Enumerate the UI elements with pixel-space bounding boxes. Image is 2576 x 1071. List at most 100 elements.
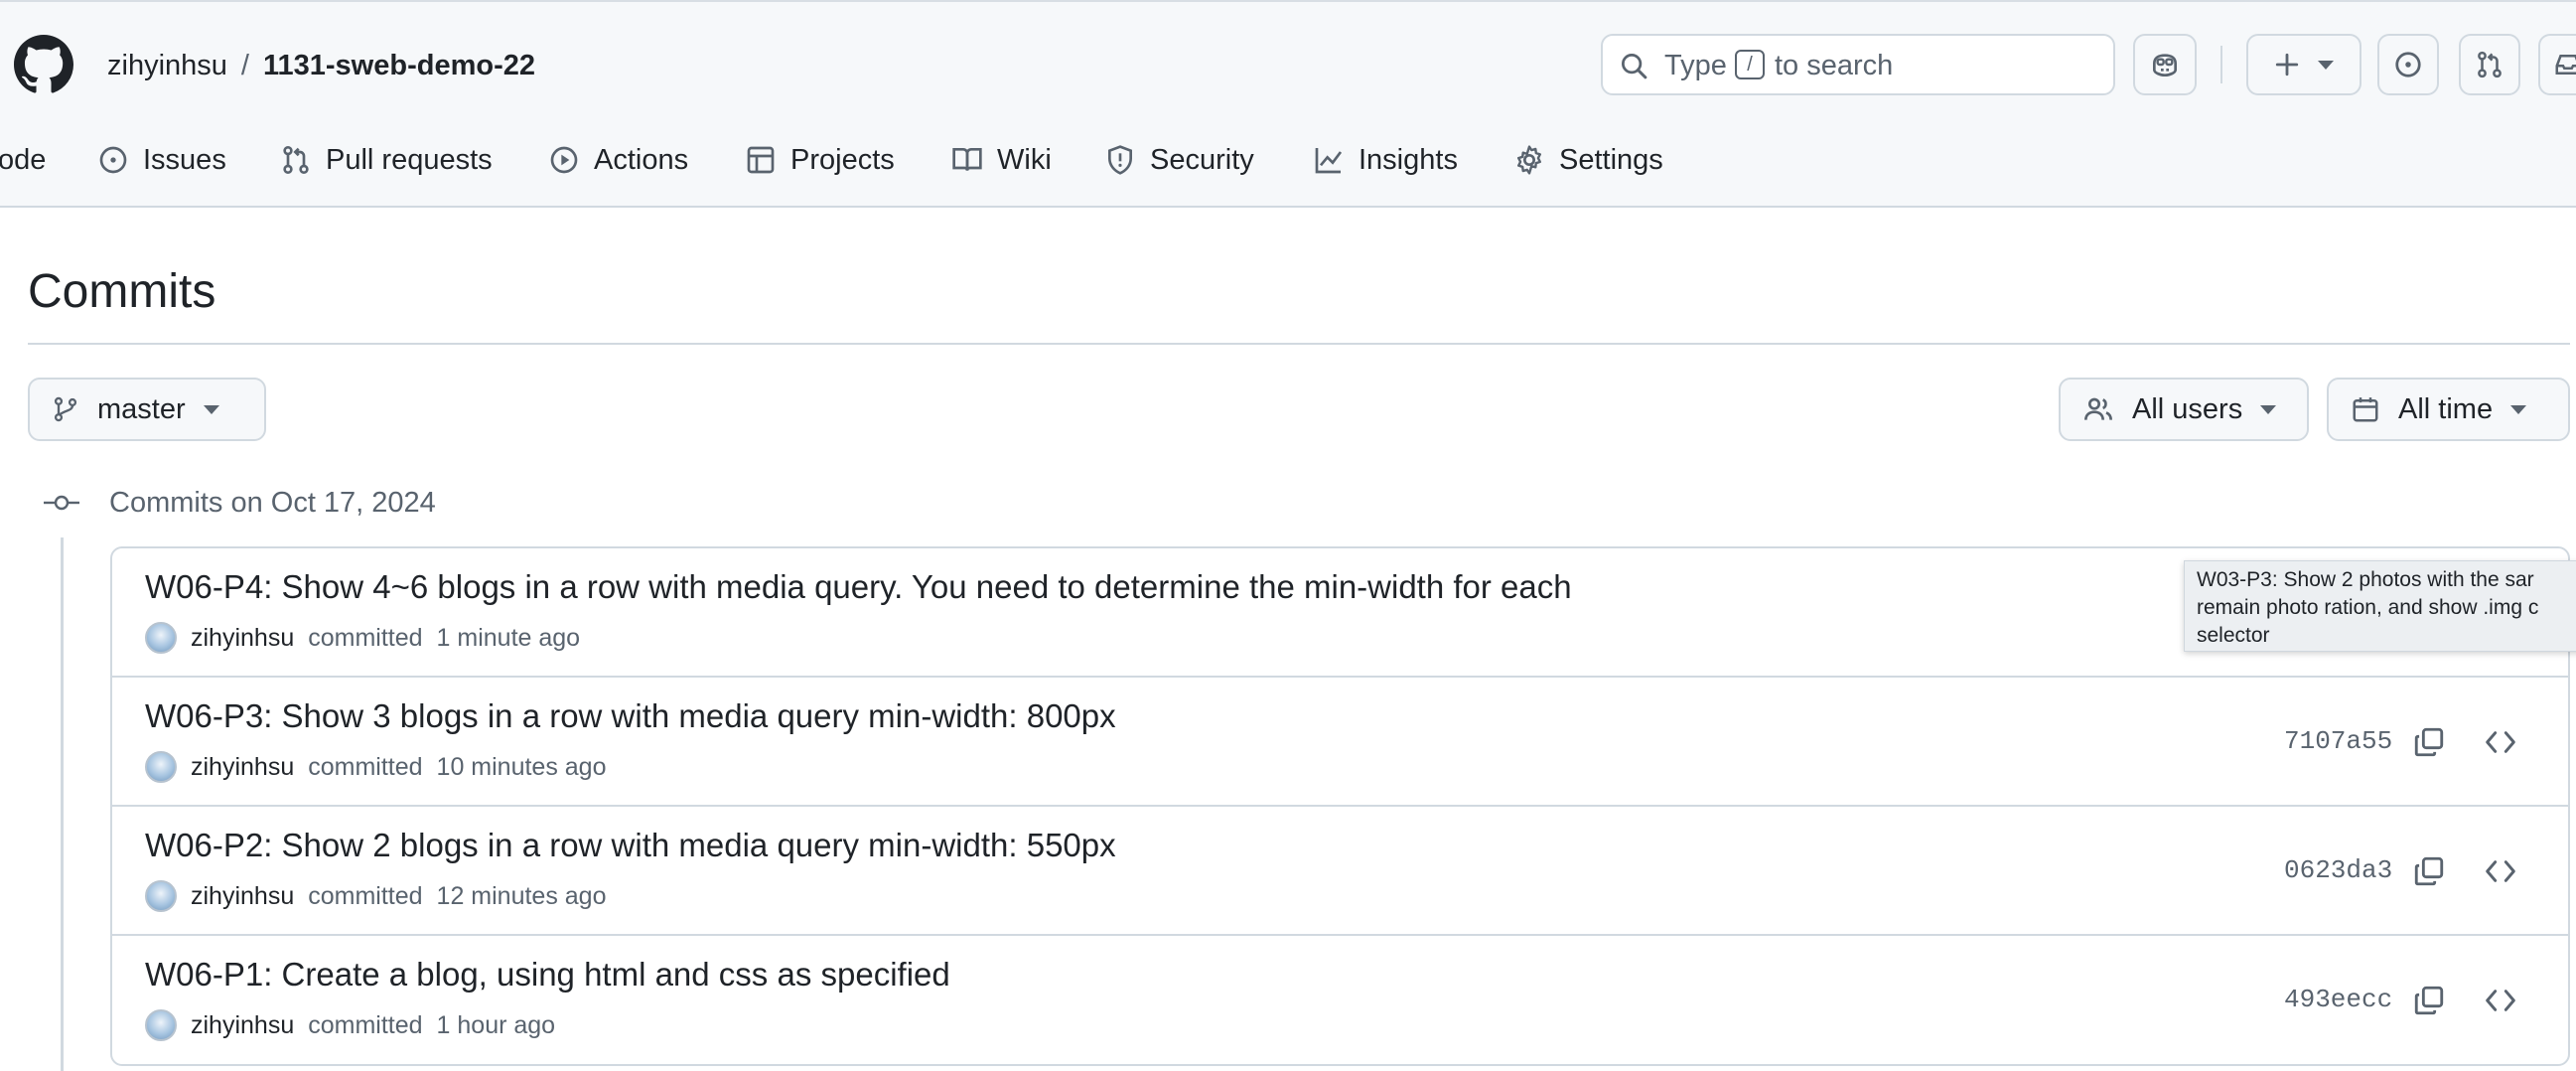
tooltip-line: remain photo ration, and show .img c (2197, 596, 2539, 619)
commit-message-link[interactable]: W06-P3: Show 3 blogs in a row with media… (145, 697, 1116, 735)
tab-security[interactable]: Security (1104, 129, 1254, 191)
chevron-down-icon (2510, 404, 2527, 414)
book-icon (952, 148, 982, 171)
branch-icon (54, 396, 77, 422)
tooltip-line: selector (2197, 624, 2270, 647)
tab-security-label: Security (1150, 143, 1254, 176)
chevron-down-icon (2260, 404, 2277, 414)
page-title: Commits (28, 265, 216, 318)
branch-select-button[interactable]: master (28, 378, 266, 441)
copy-icon[interactable] (2412, 983, 2446, 1018)
commit-action: committed (308, 1010, 423, 1039)
commit-author-link[interactable]: zihyinhsu (191, 753, 294, 782)
window-top-border (0, 0, 2576, 2)
shield-icon (1108, 145, 1132, 175)
commit-message-link[interactable]: W06-P1: Create a blog, using html and cs… (145, 956, 950, 994)
commit-day-heading: Commits on Oct 17, 2024 (109, 487, 436, 519)
commit-author-link[interactable]: zihyinhsu (191, 624, 294, 653)
play-icon (550, 146, 578, 174)
plus-icon (2275, 53, 2299, 76)
commit-action: committed (308, 752, 423, 781)
chevron-down-icon (203, 404, 219, 414)
tab-code-label: ode (0, 143, 47, 176)
calendar-icon (2353, 397, 2378, 422)
header-divider (2220, 46, 2222, 83)
users-filter-label: All users (2132, 392, 2243, 425)
tab-wiki[interactable]: Wiki (951, 129, 1052, 191)
repo-link[interactable]: 1131-sweb-demo-22 (263, 50, 535, 81)
inbox-button[interactable] (2538, 34, 2576, 95)
search-placeholder-prefix: Type (1664, 50, 1727, 81)
pull-request-icon (283, 146, 309, 174)
copy-icon[interactable] (2412, 853, 2446, 889)
tab-issues-label: Issues (143, 143, 226, 176)
tab-pull-requests-label: Pull requests (326, 143, 493, 176)
create-new-button[interactable] (2246, 34, 2361, 95)
commit-meta: zihyinhsu committed 1 hour ago (145, 1009, 555, 1041)
title-divider (28, 343, 2570, 345)
chevron-down-icon (2318, 60, 2334, 70)
avatar[interactable] (145, 880, 177, 912)
commit-time: 1 minute ago (436, 623, 581, 652)
pull-request-icon (2478, 51, 2502, 78)
tab-actions[interactable]: Actions (548, 129, 688, 191)
users-filter-button[interactable]: All users (2059, 378, 2309, 441)
commit-author-link[interactable]: zihyinhsu (191, 882, 294, 911)
code-browse-icon[interactable] (2483, 855, 2518, 887)
tooltip: W03-P3: Show 2 photos with the sar remai… (2184, 560, 2576, 652)
inbox-icon (2555, 55, 2576, 75)
tab-settings-label: Settings (1559, 143, 1663, 176)
graph-icon (1315, 148, 1343, 174)
avatar[interactable] (145, 1009, 177, 1041)
people-icon (2084, 397, 2112, 420)
commit-sha-link[interactable]: 0623da3 (2284, 855, 2392, 885)
search-placeholder-suffix: to search (1775, 50, 1894, 81)
commit-row: W06-P3: Show 3 blogs in a row with media… (112, 678, 2568, 807)
search-icon (1622, 54, 1647, 79)
commit-meta: zihyinhsu committed 10 minutes ago (145, 751, 607, 783)
commit-time: 12 minutes ago (436, 881, 607, 910)
tab-insights[interactable]: Insights (1313, 129, 1458, 191)
avatar[interactable] (145, 751, 177, 783)
pull-requests-button[interactable] (2459, 34, 2520, 95)
tab-settings[interactable]: Settings (1513, 129, 1663, 191)
commit-meta: zihyinhsu committed 12 minutes ago (145, 880, 607, 912)
tab-projects[interactable]: Projects (745, 129, 895, 191)
issues-button[interactable] (2377, 34, 2439, 95)
code-browse-icon[interactable] (2483, 726, 2518, 758)
tab-pull-requests[interactable]: Pull requests (280, 129, 493, 191)
avatar[interactable] (145, 622, 177, 654)
commit-author-link[interactable]: zihyinhsu (191, 1011, 294, 1040)
copilot-button[interactable] (2133, 34, 2197, 95)
gear-icon (1517, 145, 1541, 175)
commit-message-link[interactable]: W06-P2: Show 2 blogs in a row with media… (145, 827, 1116, 864)
commit-time: 1 hour ago (436, 1010, 556, 1039)
github-logo-icon[interactable] (14, 35, 73, 94)
time-filter-button[interactable]: All time (2327, 378, 2570, 441)
tab-projects-label: Projects (790, 143, 895, 176)
time-filter-label: All time (2398, 392, 2494, 425)
commit-row: W06-P1: Create a blog, using html and cs… (112, 936, 2568, 1064)
tooltip-line: W03-P3: Show 2 photos with the sar (2197, 568, 2534, 591)
commit-sha-link[interactable]: 493eecc (2284, 985, 2392, 1014)
search-shortcut-key: / (1735, 50, 1765, 79)
commit-message-link[interactable]: W06-P4: Show 4~6 blogs in a row with med… (145, 568, 1572, 606)
issue-icon (2395, 52, 2421, 77)
copy-icon[interactable] (2412, 724, 2446, 760)
owner-link[interactable]: zihyinhsu (107, 50, 227, 81)
table-icon (747, 146, 775, 174)
issue-icon (99, 146, 127, 174)
commit-sha-link[interactable]: 7107a55 (2284, 726, 2392, 756)
search-input[interactable]: Type / to search (1601, 34, 2115, 95)
git-commit-icon (44, 495, 79, 511)
tab-insights-label: Insights (1359, 143, 1458, 176)
commit-time: 10 minutes ago (436, 752, 607, 781)
copilot-icon (2153, 54, 2177, 77)
tab-wiki-label: Wiki (997, 143, 1052, 176)
tab-issues[interactable]: Issues (97, 129, 226, 191)
code-browse-icon[interactable] (2483, 985, 2518, 1016)
tab-code[interactable]: ode (0, 129, 46, 191)
timeline-line (61, 537, 64, 1071)
tab-actions-label: Actions (594, 143, 689, 176)
commit-meta: zihyinhsu committed 1 minute ago (145, 622, 580, 654)
